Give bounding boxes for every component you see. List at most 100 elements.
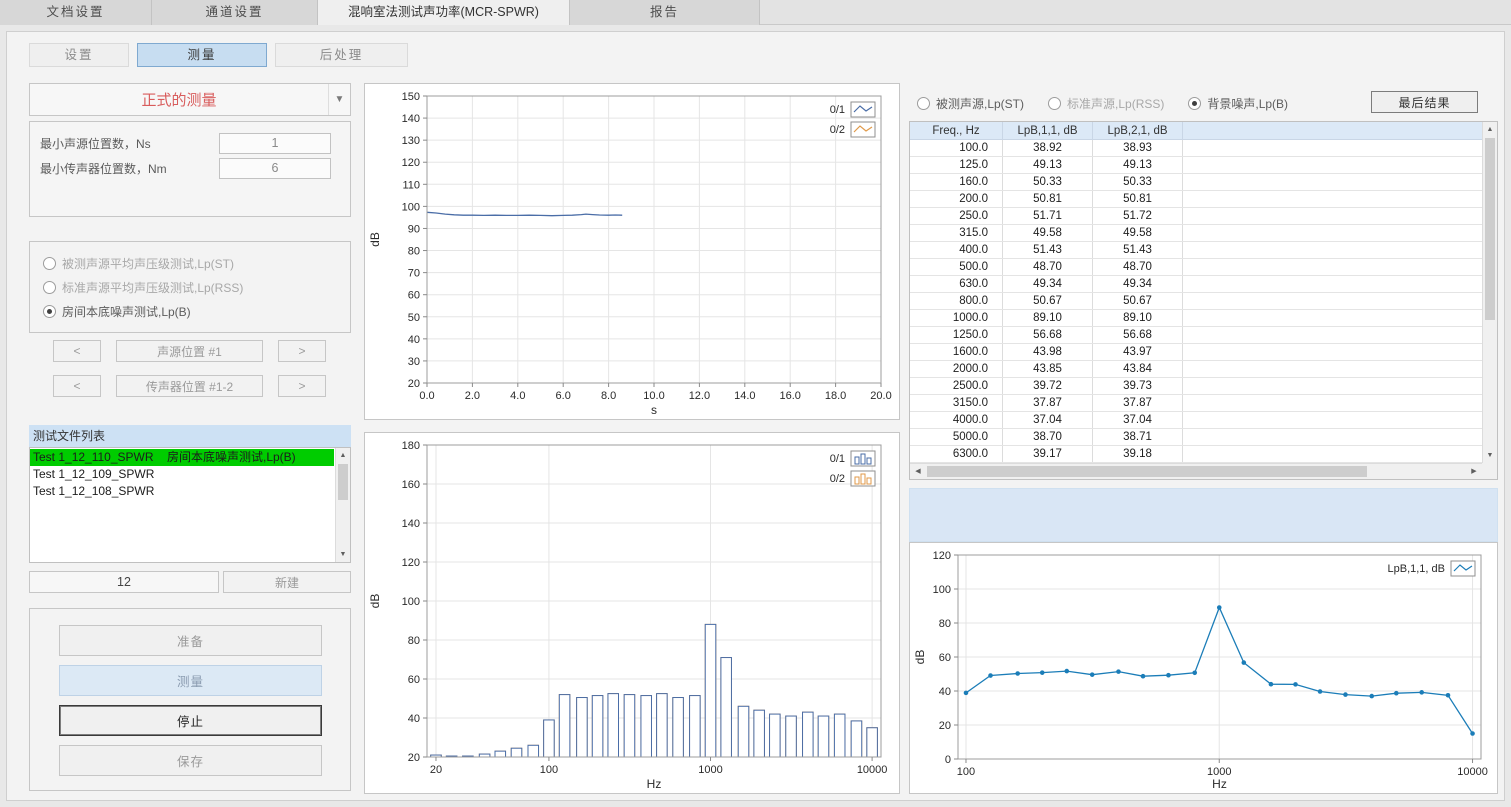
top-tab-1[interactable]: 文档设置	[0, 0, 152, 25]
scroll-right-icon[interactable]: ▶	[1466, 464, 1482, 479]
param-value-input[interactable]: 1	[219, 133, 331, 154]
radio-option[interactable]: 背景噪声,Lp(B)	[1188, 91, 1288, 115]
svg-text:100: 100	[957, 766, 975, 778]
table-cell: 1250.0	[910, 327, 1003, 343]
table-vertical-scrollbar[interactable]: ▲ ▼	[1482, 122, 1497, 463]
top-tab-3[interactable]: 混响室法测试声功率(MCR-SPWR)	[318, 0, 570, 25]
table-row[interactable]: 500.048.7048.70	[910, 259, 1482, 276]
svg-text:100: 100	[540, 764, 558, 776]
table-row[interactable]: 1000.089.1089.10	[910, 310, 1482, 327]
svg-text:180: 180	[402, 440, 420, 452]
source-position-prev-button[interactable]: <	[53, 340, 101, 362]
scrollbar-thumb[interactable]	[338, 464, 348, 500]
table-cell: 4000.0	[910, 412, 1003, 428]
table-cell: 2500.0	[910, 378, 1003, 394]
table-row[interactable]: 315.049.5849.58	[910, 225, 1482, 242]
save-button[interactable]: 保存	[59, 745, 322, 776]
table-cell: 800.0	[910, 293, 1003, 309]
scroll-left-icon[interactable]: ◀	[910, 464, 926, 479]
svg-text:100: 100	[933, 584, 951, 596]
table-cell: 3150.0	[910, 395, 1003, 411]
param-value-input[interactable]: 6	[219, 158, 331, 179]
file-list-item[interactable]: Test 1_12_109_SPWR	[30, 466, 334, 483]
left-control-column: 正式的测量 ▼ 最小声源位置数，Ns1最小传声器位置数，Nm6 被测声源平均声压…	[29, 83, 351, 795]
sub-tab-1[interactable]: 设置	[29, 43, 129, 67]
radio-option[interactable]: 标准声源,Lp(RSS)	[1048, 91, 1164, 115]
file-list-scrollbar[interactable]: ▲ ▼	[335, 448, 350, 562]
source-position-next-button[interactable]: >	[278, 340, 326, 362]
table-row[interactable]: 200.050.8150.81	[910, 191, 1482, 208]
scroll-up-icon[interactable]: ▲	[1483, 122, 1497, 137]
table-row[interactable]: 100.038.9238.93	[910, 140, 1482, 157]
table-cell: 49.13	[1003, 157, 1093, 173]
microphone-position-button[interactable]: 传声器位置 #1-2	[116, 375, 263, 397]
table-row[interactable]: 2500.039.7239.73	[910, 378, 1482, 395]
radio-option[interactable]: 被测声源平均声压级测试,Lp(ST)	[43, 251, 350, 275]
file-number-input[interactable]: 12	[29, 571, 219, 593]
svg-text:40: 40	[939, 686, 951, 698]
final-result-button[interactable]: 最后结果	[1371, 91, 1478, 113]
table-row[interactable]: 250.051.7151.72	[910, 208, 1482, 225]
table-header-row: Freq., HzLpB,1,1, dBLpB,2,1, dB	[910, 122, 1482, 140]
svg-text:Hz: Hz	[1212, 777, 1227, 791]
file-name: Test 1_12_110_SPWR	[33, 449, 163, 466]
table-horizontal-scrollbar[interactable]: ◀ ▶	[910, 463, 1482, 479]
radio-option[interactable]: 标准声源平均声压级测试,Lp(RSS)	[43, 275, 350, 299]
scrollbar-thumb[interactable]	[1485, 138, 1495, 320]
file-list-item[interactable]: Test 1_12_110_SPWR房间本底噪声测试,Lp(B)	[30, 449, 334, 466]
radio-label: 被测声源,Lp(ST)	[936, 95, 1024, 112]
svg-text:70: 70	[408, 268, 420, 280]
table-row[interactable]: 1250.056.6856.68	[910, 327, 1482, 344]
source-position-button[interactable]: 声源位置 #1	[116, 340, 263, 362]
table-row[interactable]: 400.051.4351.43	[910, 242, 1482, 259]
top-tab-2[interactable]: 通道设置	[152, 0, 318, 25]
table-row[interactable]: 2000.043.8543.84	[910, 361, 1482, 378]
new-file-button[interactable]: 新建	[223, 571, 351, 593]
table-cell: 100.0	[910, 140, 1003, 156]
svg-text:80: 80	[939, 618, 951, 630]
table-row[interactable]: 5000.038.7038.71	[910, 429, 1482, 446]
file-number-row: 12 新建	[29, 571, 351, 593]
radio-option[interactable]: 房间本底噪声测试,Lp(B)	[43, 299, 350, 323]
table-row[interactable]: 125.049.1349.13	[910, 157, 1482, 174]
svg-text:10000: 10000	[1457, 766, 1488, 778]
svg-text:80: 80	[408, 635, 420, 647]
microphone-position-prev-button[interactable]: <	[53, 375, 101, 397]
scroll-up-icon[interactable]: ▲	[336, 448, 350, 463]
radio-icon	[43, 281, 56, 294]
file-list[interactable]: Test 1_12_110_SPWR房间本底噪声测试,Lp(B)Test 1_1…	[29, 447, 351, 563]
svg-text:20: 20	[408, 752, 420, 764]
spectrum-bar-chart: 2040608010012014016018020100100010000dBH…	[364, 432, 900, 794]
top-tab-4[interactable]: 报告	[570, 0, 760, 25]
sub-tab-2[interactable]: 测量	[137, 43, 267, 67]
radio-option[interactable]: 被测声源,Lp(ST)	[917, 91, 1024, 115]
sub-tab-3[interactable]: 后处理	[275, 43, 408, 67]
table-row[interactable]: 1600.043.9843.97	[910, 344, 1482, 361]
table-row[interactable]: 800.050.6750.67	[910, 293, 1482, 310]
sub-tab-bar: 设置测量后处理	[29, 43, 408, 67]
scroll-down-icon[interactable]: ▼	[1483, 448, 1497, 463]
measure-button[interactable]: 测量	[59, 665, 322, 696]
table-cell: 50.67	[1003, 293, 1093, 309]
table-cell: 49.34	[1003, 276, 1093, 292]
table-row[interactable]: 630.049.3449.34	[910, 276, 1482, 293]
param-row: 最小传声器位置数，Nm6	[40, 157, 350, 179]
file-list-item[interactable]: Test 1_12_108_SPWR	[30, 483, 334, 500]
stop-button[interactable]: 停止	[59, 705, 322, 736]
svg-text:140: 140	[402, 113, 420, 125]
table-row[interactable]: 6300.039.1739.18	[910, 446, 1482, 463]
scroll-down-icon[interactable]: ▼	[336, 547, 350, 562]
table-row[interactable]: 4000.037.0437.04	[910, 412, 1482, 429]
table-row[interactable]: 160.050.3350.33	[910, 174, 1482, 191]
background-noise-chart: 020406080100120100100010000dBHzLpB,1,1, …	[909, 542, 1498, 794]
measurement-mode-select[interactable]: 正式的测量 ▼	[29, 83, 351, 116]
radio-label: 房间本底噪声测试,Lp(B)	[62, 303, 191, 320]
table-row[interactable]: 3150.037.8737.87	[910, 395, 1482, 412]
svg-text:10.0: 10.0	[643, 390, 664, 402]
prepare-button[interactable]: 准备	[59, 625, 322, 656]
scrollbar-thumb[interactable]	[927, 466, 1367, 477]
table-cell: 49.58	[1003, 225, 1093, 241]
table-cell: 50.33	[1093, 174, 1183, 190]
microphone-position-next-button[interactable]: >	[278, 375, 326, 397]
chevron-down-icon[interactable]: ▼	[328, 84, 350, 115]
